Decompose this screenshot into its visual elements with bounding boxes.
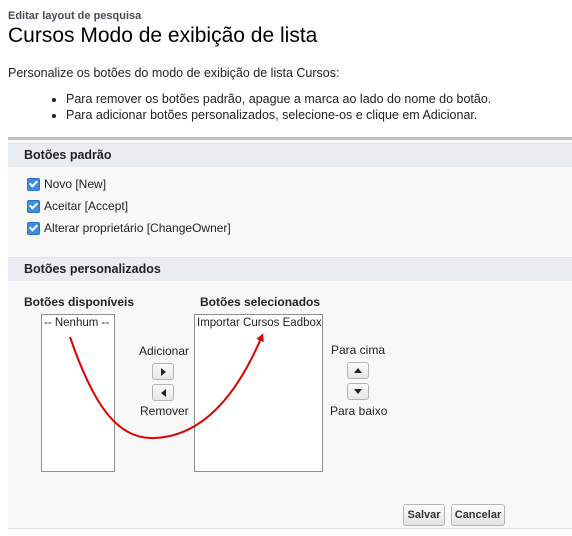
list-option[interactable]: -- Nenhum -- [42,315,114,331]
standard-buttons-header: Botões padrão [8,143,572,167]
standard-button-change-owner[interactable]: Alterar proprietário [ChangeOwner] [27,221,231,235]
arrow-up-icon [354,368,362,373]
move-up-button[interactable] [347,362,369,379]
intro-text: Personalize os botões do modo de exibiçã… [8,66,340,80]
page-title: Cursos Modo de exibição de lista [8,24,318,47]
checkbox-checked-icon[interactable] [27,199,40,213]
checkbox-label: Novo [New] [44,177,107,191]
selected-buttons-list[interactable]: Importar Cursos Eadbox [194,314,323,472]
remove-button[interactable] [152,384,174,401]
add-button[interactable] [152,363,174,380]
save-button[interactable]: Salvar [403,504,445,526]
buttons-panel: Botões padrão Novo [New] Aceitar [Accept… [8,137,572,529]
add-label: Adicionar [139,344,190,358]
arrow-right-icon [160,367,166,376]
remove-label: Remover [140,404,189,418]
move-down-button[interactable] [347,383,369,400]
checkbox-checked-icon[interactable] [27,177,40,191]
available-buttons-label: Botões disponíveis [24,295,135,309]
instruction-item: Para remover os botões padrão, apague a … [66,92,491,107]
arrow-down-icon [354,389,362,394]
checkbox-checked-icon[interactable] [27,221,40,235]
custom-buttons-header: Botões personalizados [8,257,572,281]
instructions-list: Para remover os botões padrão, apague a … [52,92,491,124]
standard-button-accept[interactable]: Aceitar [Accept] [27,199,128,213]
breadcrumb: Editar layout de pesquisa [8,10,142,22]
checkbox-label: Aceitar [Accept] [44,199,129,213]
standard-button-new[interactable]: Novo [New] [27,177,106,191]
checkbox-label: Alterar proprietário [ChangeOwner] [44,221,231,235]
selected-buttons-label: Botões selecionados [200,295,321,309]
move-up-label: Para cima [331,343,386,357]
arrow-left-icon [160,388,166,397]
available-buttons-list[interactable]: -- Nenhum -- [41,314,115,472]
instruction-item: Para adicionar botões personalizados, se… [66,108,491,123]
cancel-button[interactable]: Cancelar [451,504,505,526]
move-down-label: Para baixo [330,404,388,418]
list-option[interactable]: Importar Cursos Eadbox [195,315,322,331]
